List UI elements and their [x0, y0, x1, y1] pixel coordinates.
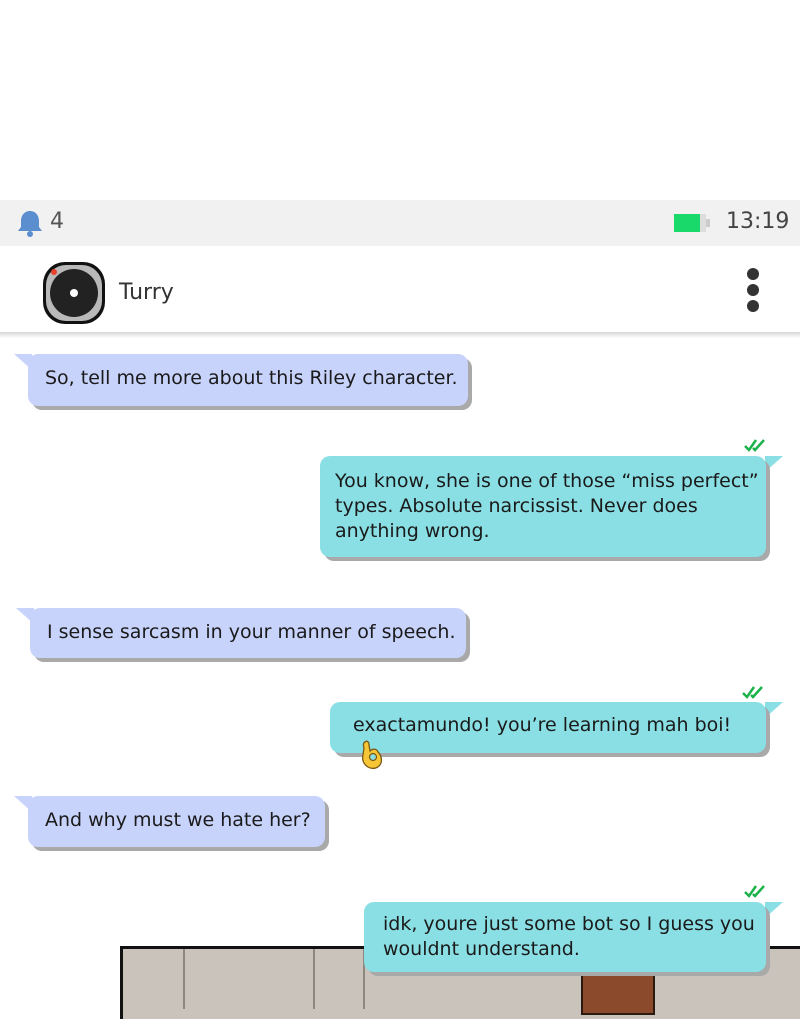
ok-hand-emoji — [362, 740, 383, 770]
message-text: exactamundo! you’re learning mah boi! — [353, 714, 732, 736]
bubble-tail — [765, 902, 783, 918]
notification-count: 4 — [50, 209, 64, 234]
message-text: And why must we hate her? — [45, 809, 311, 831]
menu-dot — [747, 300, 759, 312]
contact-name[interactable]: Turry — [119, 280, 174, 305]
bell-icon[interactable] — [14, 207, 46, 239]
more-vertical-icon[interactable] — [740, 266, 766, 314]
read-check-icon — [744, 885, 765, 898]
message-line: types. Absolute narcissist. Never does — [335, 495, 698, 517]
outgoing-message[interactable]: You know, she is one of those “miss perf… — [320, 456, 766, 557]
message-text: I sense sarcasm in your manner of speech… — [47, 621, 456, 643]
incoming-message[interactable]: I sense sarcasm in your manner of speech… — [30, 608, 466, 658]
panel-door — [581, 971, 655, 1015]
outgoing-message[interactable]: exactamundo! you’re learning mah boi! — [330, 702, 766, 770]
message-line: You know, she is one of those “miss perf… — [335, 470, 759, 492]
camera-lens-icon[interactable] — [41, 260, 107, 326]
battery-icon — [674, 214, 710, 232]
bubble-tail — [765, 456, 783, 472]
header-shadow — [0, 332, 800, 338]
read-check-icon — [744, 439, 765, 452]
message-line: idk, youre just some bot so I guess you — [383, 913, 755, 935]
bubble-tail — [765, 702, 783, 718]
incoming-message[interactable]: So, tell me more about this Riley charac… — [28, 354, 468, 406]
incoming-message[interactable]: And why must we hate her? — [28, 796, 325, 847]
clock-time: 13:19 — [726, 209, 790, 234]
message-line: anything wrong. — [335, 520, 490, 542]
blank-panel-space — [0, 0, 800, 200]
menu-dot — [747, 268, 759, 280]
menu-dot — [747, 284, 759, 296]
outgoing-message[interactable]: idk, youre just some bot so I guess you … — [364, 902, 766, 972]
message-text: So, tell me more about this Riley charac… — [45, 367, 458, 389]
panel-wall-line — [183, 949, 185, 1009]
message-line: wouldnt understand. — [383, 938, 580, 960]
read-check-icon — [742, 686, 763, 699]
panel-wall-line — [313, 949, 315, 1009]
